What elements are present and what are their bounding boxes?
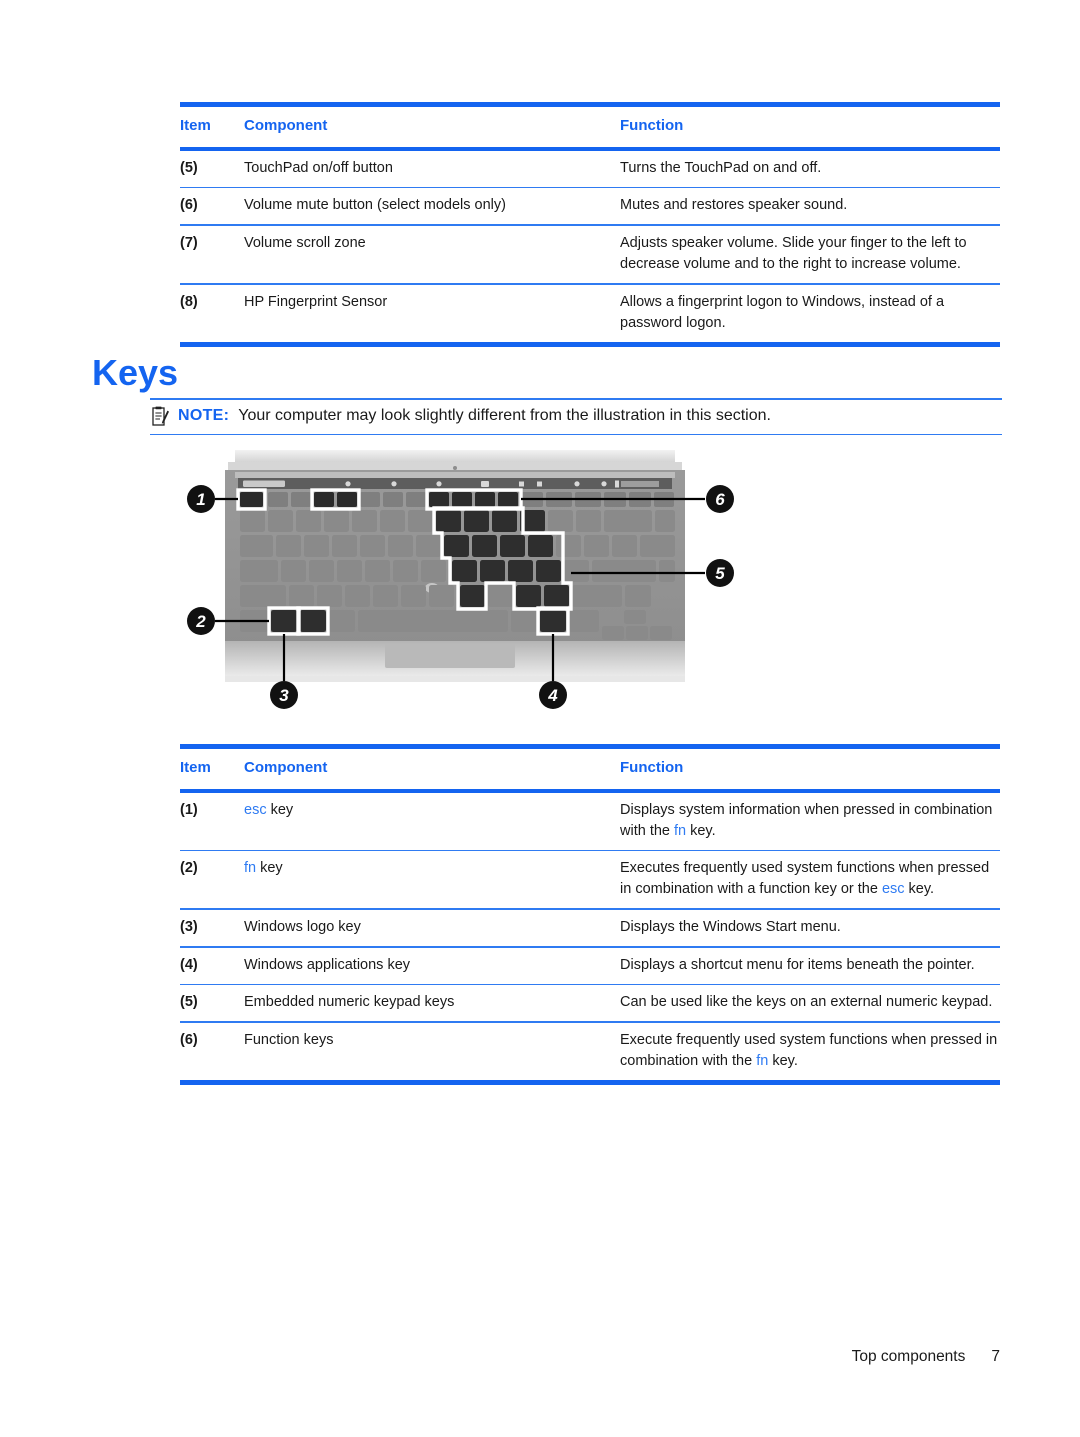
- note-text: Your computer may look slightly differen…: [238, 407, 771, 425]
- table-header-row: Item Component Function: [180, 107, 1000, 147]
- cell-component: fn key: [244, 858, 620, 879]
- table-row: (7) Volume scroll zone Adjusts speaker v…: [180, 226, 1000, 283]
- cell-function: Allows a fingerprint logon to Windows, i…: [620, 293, 945, 331]
- cell-item: (5): [180, 159, 198, 176]
- cell-item: (1): [180, 801, 198, 818]
- svg-text:5: 5: [715, 564, 725, 583]
- key-name: esc: [881, 881, 905, 898]
- table-row: (5) TouchPad on/off button Turns the Tou…: [180, 151, 1000, 187]
- svg-text:3: 3: [279, 686, 289, 705]
- cell-function: Displays the Windows Start menu.: [620, 919, 841, 935]
- function-text-b: key.: [768, 1052, 798, 1069]
- note-label: NOTE:: [178, 407, 230, 425]
- function-text-a: Execute frequently used system functions…: [620, 1031, 998, 1069]
- cell-function: Can be used like the keys on an external…: [620, 994, 993, 1011]
- page-title: Keys: [92, 352, 179, 393]
- document-page: Item Component Function (5) TouchPad on/…: [0, 0, 1080, 1437]
- cell-component: Windows applications key: [244, 956, 411, 973]
- cell-function: Executes frequently used system function…: [620, 858, 1000, 900]
- function-text-b: key.: [686, 822, 716, 839]
- cell-component: HP Fingerprint Sensor: [244, 293, 388, 310]
- top-components-table: Item Component Function (5) TouchPad on/…: [180, 102, 1000, 347]
- component-suffix: key: [256, 860, 283, 877]
- cell-function: Adjusts speaker volume. Slide your finge…: [620, 234, 967, 272]
- cell-function: Execute frequently used system functions…: [620, 1030, 1000, 1072]
- svg-text:1: 1: [196, 490, 205, 509]
- cell-component: Function keys: [244, 1031, 334, 1048]
- cell-function: Turns the TouchPad on and off.: [620, 159, 822, 176]
- cell-component: Embedded numeric keypad keys: [244, 994, 455, 1011]
- key-name: fn: [244, 860, 257, 877]
- footer-page-number: 7: [991, 1348, 1000, 1365]
- table-row: (1) esc key Displays system information …: [180, 793, 1000, 850]
- cell-function: Displays system information when pressed…: [620, 800, 1000, 842]
- cell-item: (2): [180, 860, 198, 877]
- note-callout: NOTE: Your computer may look slightly di…: [150, 398, 1002, 436]
- table-row: (5) Embedded numeric keypad keys Can be …: [180, 985, 1000, 1021]
- footer-section: Top components: [851, 1348, 966, 1365]
- header-item: Item: [180, 117, 211, 134]
- header-component: Component: [244, 759, 328, 776]
- table-header-row: Item Component Function: [180, 749, 1000, 789]
- header-function: Function: [620, 759, 684, 776]
- note-bottom-rule: [150, 433, 1002, 436]
- header-function: Function: [620, 117, 684, 134]
- table-bottom-rule: [180, 1079, 1000, 1085]
- table-row: (6) Function keys Execute frequently use…: [180, 1023, 1000, 1080]
- header-item: Item: [180, 759, 211, 776]
- keyboard-illustration: 1 2 3 4 5 6: [180, 448, 740, 733]
- keys-components-table: Item Component Function (1) esc key Disp…: [180, 744, 1000, 1085]
- cell-component: Volume mute button (select models only): [244, 197, 506, 214]
- table-row: (4) Windows applications key Displays a …: [180, 948, 1000, 984]
- svg-text:6: 6: [715, 490, 725, 509]
- cell-item: (5): [180, 994, 198, 1011]
- cell-component: Windows logo key: [244, 919, 361, 935]
- key-name: fn: [674, 822, 687, 839]
- cell-component: Volume scroll zone: [244, 234, 366, 251]
- cell-function: Displays a shortcut menu for items benea…: [620, 956, 975, 973]
- table-row: (3) Windows logo key Displays the Window…: [180, 910, 1000, 946]
- note-clipboard-icon: [152, 406, 169, 427]
- cell-item: (6): [180, 1031, 198, 1048]
- function-text-b: key.: [904, 881, 935, 898]
- cell-component: esc key: [244, 800, 620, 821]
- table-row: (8) HP Fingerprint Sensor Allows a finge…: [180, 285, 1000, 342]
- table-row: (6) Volume mute button (select models on…: [180, 188, 1000, 224]
- key-name: fn: [756, 1052, 769, 1069]
- cell-item: (8): [180, 293, 198, 310]
- header-component: Component: [244, 117, 328, 134]
- cell-item: (6): [180, 197, 198, 214]
- cell-component: TouchPad on/off button: [244, 159, 393, 176]
- component-suffix: key: [266, 801, 294, 818]
- table-bottom-rule: [180, 341, 1000, 347]
- svg-text:2: 2: [195, 612, 206, 631]
- cell-function: Mutes and restores speaker sound.: [620, 197, 848, 214]
- page-footer: Top components 7: [852, 1348, 1000, 1366]
- cell-item: (3): [180, 919, 198, 935]
- cell-item: (7): [180, 234, 198, 251]
- table-row: (2) fn key Executes frequently used syst…: [180, 851, 1000, 908]
- svg-text:4: 4: [547, 686, 558, 705]
- cell-item: (4): [180, 956, 198, 973]
- key-name: esc: [244, 801, 267, 818]
